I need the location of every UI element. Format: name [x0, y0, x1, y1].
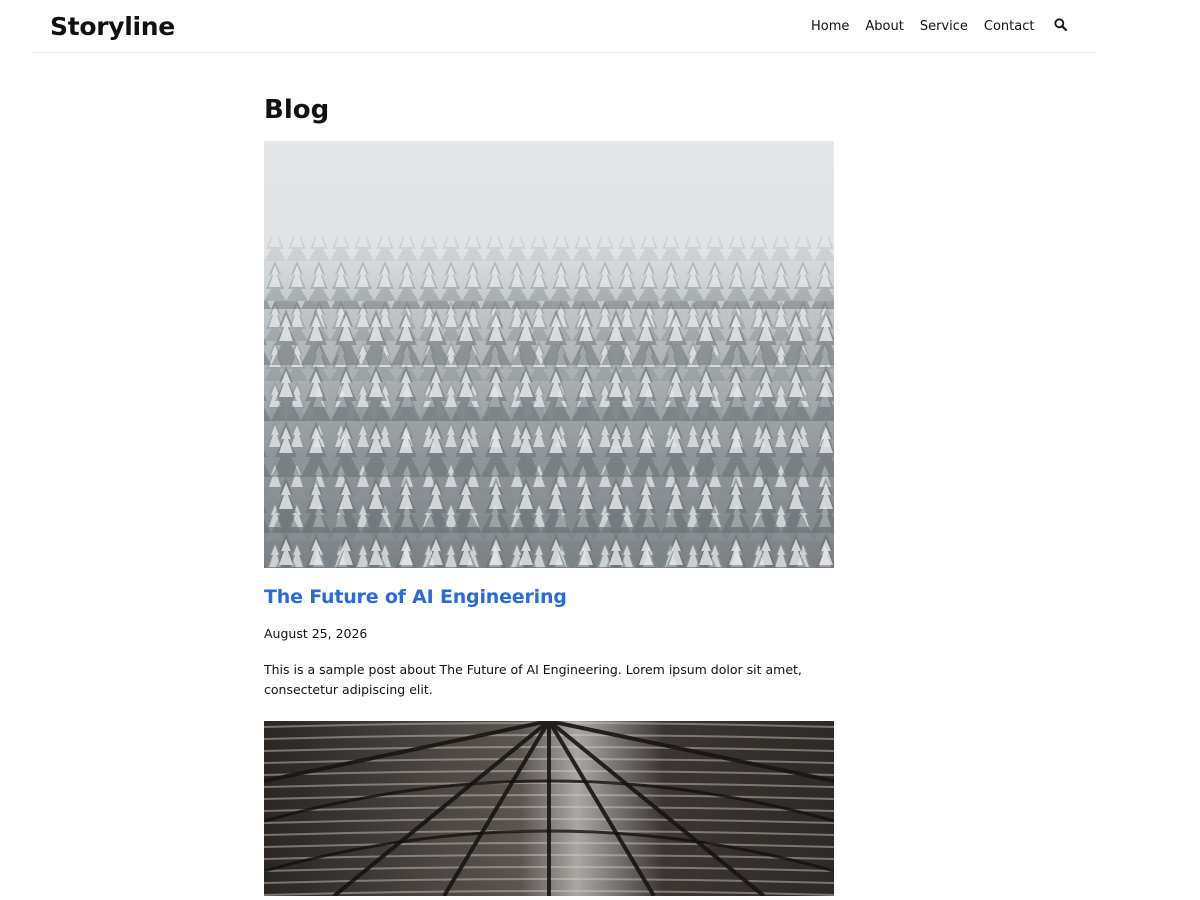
post-image-snowy-forest[interactable] — [264, 141, 834, 568]
nav-item-home[interactable]: Home — [811, 18, 849, 35]
post-image-industrial-roof[interactable] — [264, 721, 834, 896]
search-icon — [1054, 18, 1068, 32]
site-header: Storyline Home About Service Contact — [32, 0, 1095, 53]
site-logo[interactable]: Storyline — [50, 12, 175, 41]
post-title-link[interactable]: The Future of AI Engineering — [264, 585, 834, 609]
search-button[interactable] — [1053, 17, 1069, 33]
page-title: Blog — [264, 95, 330, 125]
main-nav: Home About Service Contact — [811, 18, 1050, 35]
nav-item-service[interactable]: Service — [920, 18, 968, 35]
post-date: August 25, 2026 — [264, 626, 368, 641]
post-card: The Future of AI Engineering August 25, … — [264, 141, 834, 700]
post-card — [264, 721, 834, 896]
main-content: Blog The Future of AI Engineering August… — [264, 92, 834, 896]
nav-item-contact[interactable]: Contact — [984, 18, 1035, 35]
post-excerpt: This is a sample post about The Future o… — [264, 662, 802, 697]
nav-item-about[interactable]: About — [865, 18, 903, 35]
